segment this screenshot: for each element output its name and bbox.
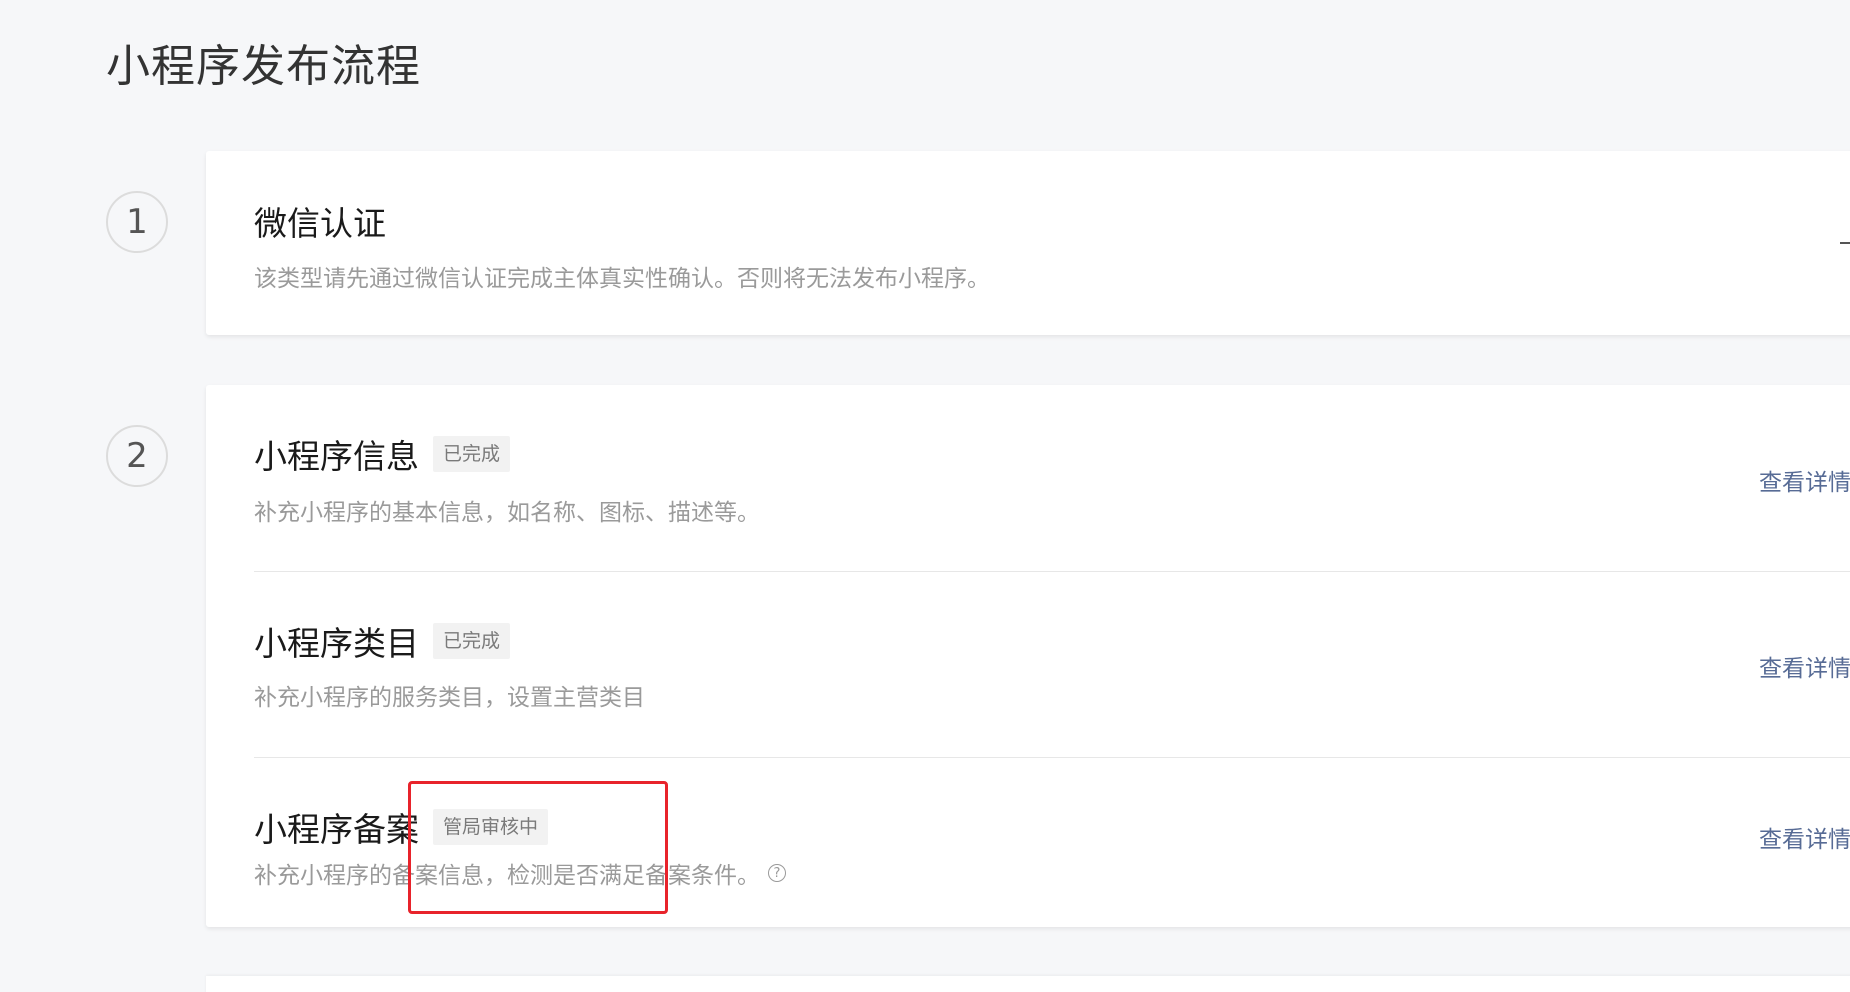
item-title: 小程序备案 <box>254 810 419 849</box>
item-description: 补充小程序的服务类目，设置主营类目 <box>254 685 645 711</box>
status-badge: 已完成 <box>433 623 511 659</box>
view-details-link[interactable]: 查看详情 <box>1759 820 1850 854</box>
item-description: 该类型请先通过微信认证完成主体真实性确认。否则将无法发布小程序。 <box>254 266 990 292</box>
step-1-card: 微信认证 该类型请先通过微信认证完成主体真实性确认。否则将无法发布小程序。 <box>206 151 1850 335</box>
item-description: 补充小程序的备案信息，检测是否满足备案条件。 <box>254 863 760 889</box>
miniprogram-filing-item: 小程序备案 管局审核中 补充小程序的备案信息，检测是否满足备案条件。 ? 查看详… <box>206 758 1850 927</box>
item-description-row: 补充小程序的备案信息，检测是否满足备案条件。 ? <box>254 856 786 890</box>
miniprogram-category-item: 小程序类目 已完成 补充小程序的服务类目，设置主营类目 查看详情 <box>206 572 1850 758</box>
wechat-verification-item: 微信认证 该类型请先通过微信认证完成主体真实性确认。否则将无法发布小程序。 <box>206 151 1850 335</box>
item-title-row: 小程序备案 管局审核中 <box>254 803 549 851</box>
status-badge: 管局审核中 <box>433 809 549 845</box>
step-2-card: 小程序信息 已完成 补充小程序的基本信息，如名称、图标、描述等。 查看详情 小程… <box>206 385 1850 927</box>
item-title: 小程序类目 <box>254 624 419 663</box>
step-number-1: 1 <box>106 191 168 253</box>
next-step-card <box>206 976 1850 992</box>
publish-flow-page: 小程序发布流程 1 微信认证 该类型请先通过微信认证完成主体真实性确认。否则将无… <box>0 0 1850 992</box>
miniprogram-info-item: 小程序信息 已完成 补充小程序的基本信息，如名称、图标、描述等。 查看详情 <box>206 385 1850 571</box>
item-title-row: 小程序信息 已完成 <box>254 430 511 478</box>
item-title: 小程序信息 <box>254 437 419 476</box>
view-details-link[interactable]: 查看详情 <box>1759 463 1850 497</box>
collapsed-action-mark[interactable] <box>1840 242 1850 244</box>
item-title-row: 微信认证 <box>254 197 386 245</box>
item-title: 微信认证 <box>254 204 386 243</box>
page-title: 小程序发布流程 <box>106 41 421 92</box>
item-title-row: 小程序类目 已完成 <box>254 617 511 665</box>
status-badge: 已完成 <box>433 436 511 472</box>
question-circle-icon[interactable]: ? <box>768 864 786 882</box>
item-description: 补充小程序的基本信息，如名称、图标、描述等。 <box>254 500 760 526</box>
view-details-link[interactable]: 查看详情 <box>1759 649 1850 683</box>
step-number-2: 2 <box>106 425 168 487</box>
